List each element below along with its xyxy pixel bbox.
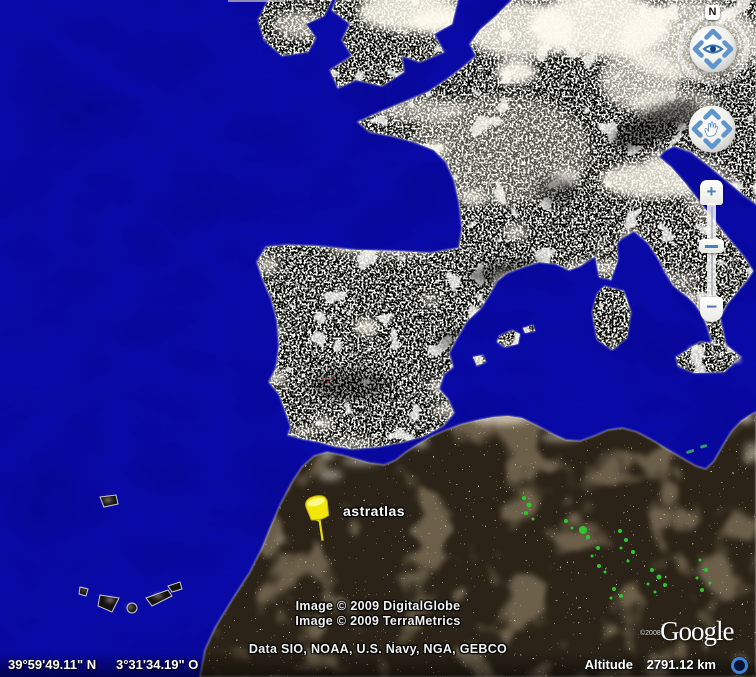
look-joystick[interactable] [689, 25, 737, 73]
zoom-in-button[interactable]: + [700, 180, 723, 205]
imagery-attribution: Image © 2009 DigitalGlobe Image © 2009 T… [0, 599, 756, 629]
attribution-line-2: Image © 2009 TerraMetrics [295, 614, 461, 628]
globe-canvas[interactable] [0, 0, 756, 677]
latitude-readout: 39°59'49.11" N [8, 657, 97, 672]
altitude-value: 2791.12 km [646, 657, 716, 672]
placemark-label[interactable]: astratlas [343, 503, 405, 519]
screen-artifact [228, 0, 284, 2]
google-earth-viewport[interactable]: astratlas N + − Image © 2009 DigitalGlob… [0, 0, 756, 677]
attribution-line-1: Image © 2009 DigitalGlobe [295, 599, 461, 613]
placemark-pin[interactable] [298, 494, 344, 552]
zoom-out-button[interactable]: − [700, 297, 723, 322]
status-bar: 39°59'49.11" N 3°31'34.19" O Altitude 27… [0, 655, 756, 677]
altitude-label: Altitude [584, 657, 633, 672]
compass-north-badge[interactable]: N [705, 5, 720, 20]
google-logo: ©2008 Google [640, 616, 734, 647]
pan-joystick[interactable] [688, 105, 736, 153]
longitude-readout: 3°31'34.19" O [116, 657, 199, 672]
streaming-indicator-icon [731, 657, 748, 674]
altitude-readout: Altitude 2791.12 km [585, 657, 716, 672]
logo-text: Google [660, 616, 734, 646]
zoom-slider-handle[interactable] [699, 239, 724, 253]
logo-copyright: ©2008 [640, 630, 661, 637]
